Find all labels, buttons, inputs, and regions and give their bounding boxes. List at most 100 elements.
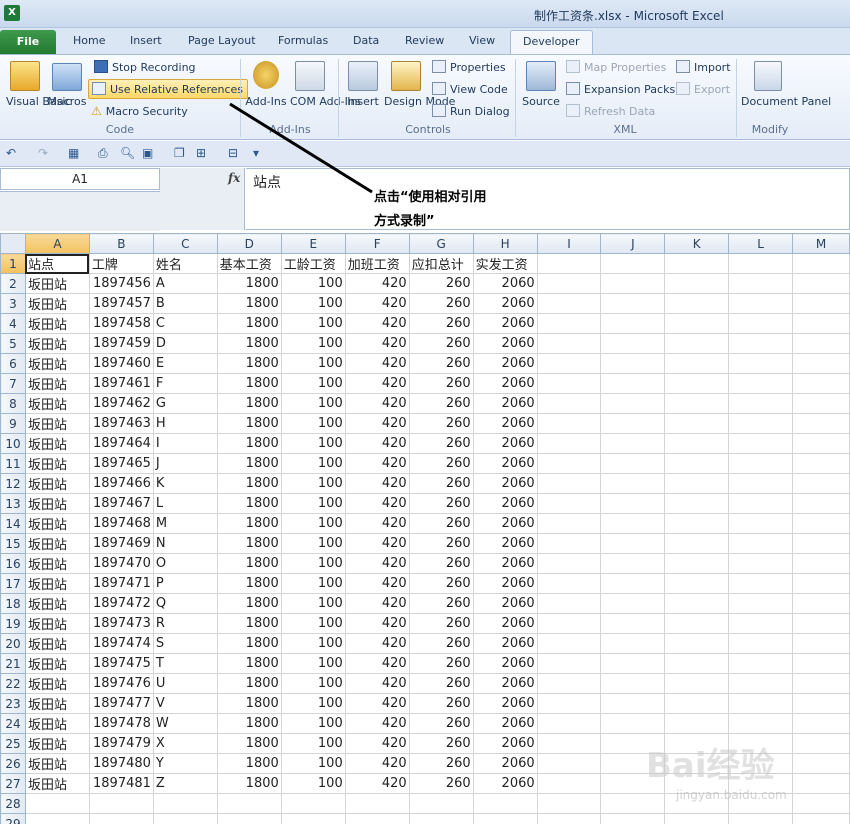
cell[interactable] (791, 413, 850, 434)
cell[interactable]: 420 (344, 473, 410, 494)
cell[interactable]: A (152, 273, 218, 294)
cell[interactable]: 420 (344, 533, 410, 554)
cell[interactable]: 100 (280, 433, 346, 454)
cell[interactable] (728, 253, 793, 274)
cell[interactable]: 100 (280, 513, 346, 534)
cell[interactable] (216, 793, 282, 814)
cell[interactable]: 260 (408, 653, 474, 674)
cell[interactable] (664, 493, 730, 514)
cell[interactable]: 2060 (472, 353, 538, 374)
cell[interactable] (536, 413, 602, 434)
cell[interactable]: 1800 (216, 273, 282, 294)
cell[interactable]: 1800 (216, 393, 282, 414)
cell[interactable]: 1897475 (88, 653, 154, 674)
column-header-h[interactable]: H (472, 233, 538, 254)
cell[interactable]: 2060 (472, 393, 538, 414)
cell[interactable]: 坂田站 (24, 273, 90, 294)
cell[interactable] (728, 353, 793, 374)
cell[interactable]: 2060 (472, 553, 538, 574)
cell[interactable] (728, 693, 793, 714)
cell[interactable]: 420 (344, 693, 410, 714)
cell[interactable] (728, 593, 793, 614)
cell[interactable] (791, 273, 850, 294)
cell[interactable]: 1800 (216, 653, 282, 674)
cell[interactable]: 1897462 (88, 393, 154, 414)
column-header-b[interactable]: B (88, 233, 154, 254)
cell[interactable]: 1897472 (88, 593, 154, 614)
cell[interactable]: 姓名 (152, 253, 218, 274)
cell[interactable]: 1897459 (88, 333, 154, 354)
cell[interactable] (664, 273, 730, 294)
cell[interactable]: 260 (408, 353, 474, 374)
cell[interactable] (600, 673, 666, 694)
row-header[interactable]: 15 (0, 533, 26, 554)
cell[interactable]: 100 (280, 653, 346, 674)
cell[interactable]: 260 (408, 533, 474, 554)
cell[interactable] (600, 473, 666, 494)
cell[interactable] (728, 553, 793, 574)
cell[interactable] (791, 593, 850, 614)
cell[interactable] (728, 333, 793, 354)
cell[interactable]: 坂田站 (24, 293, 90, 314)
cell[interactable]: 260 (408, 693, 474, 714)
cell[interactable]: 2060 (472, 293, 538, 314)
cell[interactable] (791, 753, 850, 774)
cell[interactable]: 1800 (216, 453, 282, 474)
cell[interactable]: D (152, 333, 218, 354)
cell[interactable]: 工牌 (88, 253, 154, 274)
cell[interactable]: 1897473 (88, 613, 154, 634)
cell[interactable]: 2060 (472, 733, 538, 754)
cell[interactable] (600, 393, 666, 414)
cell[interactable] (791, 293, 850, 314)
cell[interactable]: 420 (344, 633, 410, 654)
cell[interactable]: 260 (408, 513, 474, 534)
cell[interactable]: 100 (280, 633, 346, 654)
cell[interactable] (664, 293, 730, 314)
row-header[interactable]: 26 (0, 753, 26, 774)
cell[interactable]: 坂田站 (24, 333, 90, 354)
column-header-i[interactable]: I (536, 233, 602, 254)
cell[interactable] (536, 353, 602, 374)
cell[interactable]: 100 (280, 573, 346, 594)
row-header[interactable]: 5 (0, 333, 26, 354)
cell[interactable]: 2060 (472, 573, 538, 594)
cell[interactable]: 2060 (472, 653, 538, 674)
cell[interactable]: 100 (280, 413, 346, 434)
cell[interactable] (728, 633, 793, 654)
cell[interactable]: 坂田站 (24, 453, 90, 474)
cell[interactable] (600, 573, 666, 594)
cell[interactable] (664, 813, 730, 824)
cell[interactable]: P (152, 573, 218, 594)
cell[interactable]: 1800 (216, 313, 282, 334)
cell[interactable]: 420 (344, 313, 410, 334)
cell[interactable]: L (152, 493, 218, 514)
cell[interactable]: H (152, 413, 218, 434)
cell[interactable]: 1897463 (88, 413, 154, 434)
row-header[interactable]: 23 (0, 693, 26, 714)
cell[interactable] (600, 373, 666, 394)
row-header[interactable]: 10 (0, 433, 26, 454)
cell[interactable]: 坂田站 (24, 773, 90, 794)
cell[interactable]: 260 (408, 593, 474, 614)
cell[interactable]: I (152, 433, 218, 454)
cell[interactable] (600, 813, 666, 824)
cell[interactable]: 420 (344, 573, 410, 594)
row-header[interactable]: 18 (0, 593, 26, 614)
cell[interactable] (88, 813, 154, 824)
cell[interactable] (600, 633, 666, 654)
cell[interactable] (791, 653, 850, 674)
cell[interactable]: 2060 (472, 673, 538, 694)
cell[interactable]: 100 (280, 773, 346, 794)
cell[interactable]: 1897477 (88, 693, 154, 714)
row-header[interactable]: 17 (0, 573, 26, 594)
cell[interactable]: 1897478 (88, 713, 154, 734)
cell[interactable] (600, 433, 666, 454)
cell[interactable] (728, 673, 793, 694)
cell[interactable] (728, 273, 793, 294)
cell[interactable] (24, 813, 90, 824)
cell[interactable] (536, 393, 602, 414)
cell[interactable] (536, 433, 602, 454)
cell[interactable] (600, 353, 666, 374)
cell[interactable]: 2060 (472, 773, 538, 794)
cell[interactable]: 100 (280, 493, 346, 514)
